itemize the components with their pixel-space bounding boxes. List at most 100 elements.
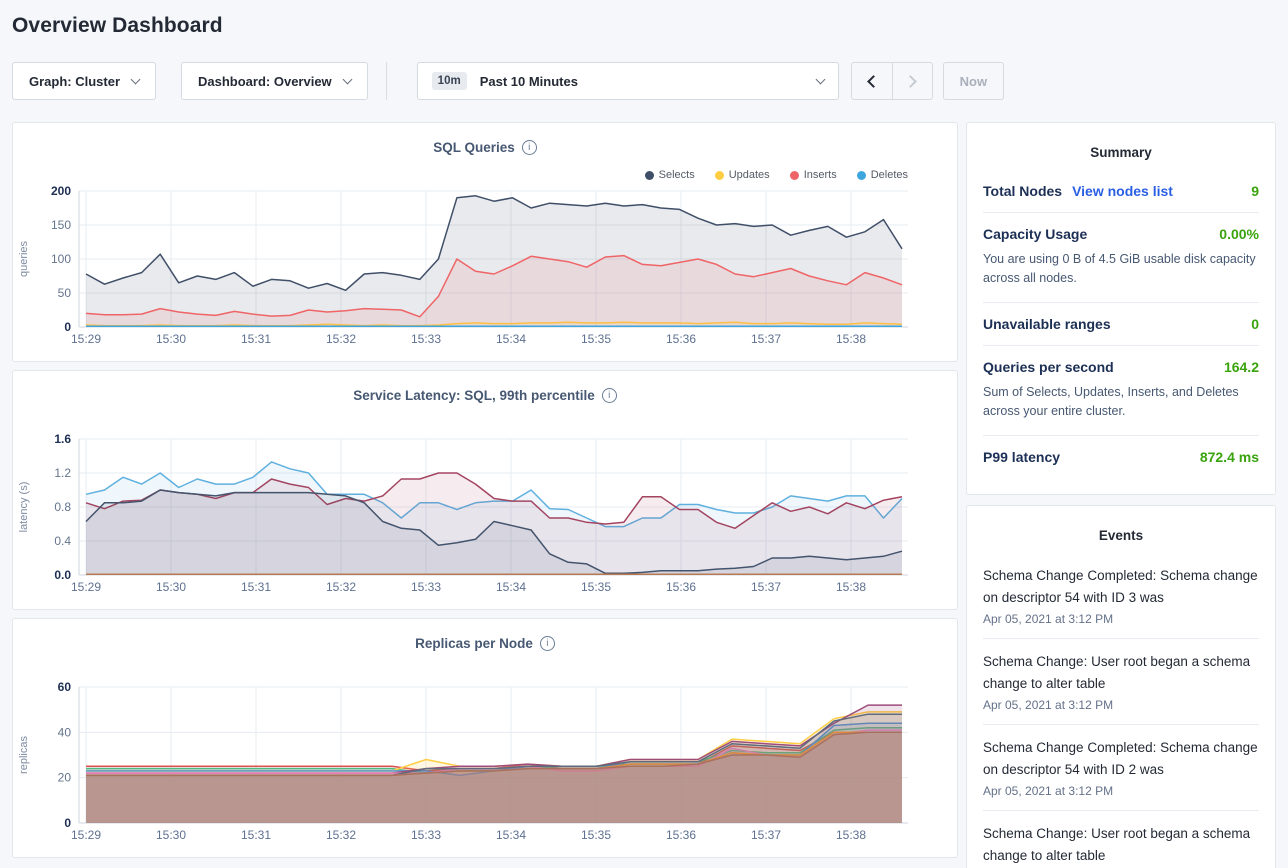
svg-text:15:38: 15:38	[836, 580, 866, 594]
legend-item[interactable]: Inserts	[790, 169, 837, 181]
svg-text:200: 200	[51, 184, 71, 198]
charts-column: SQL Queries i SelectsUpdatesInsertsDelet…	[12, 122, 958, 858]
chevron-down-icon	[131, 74, 141, 84]
time-nav-group	[851, 62, 933, 100]
replicas-per-node-panel: Replicas per Node i 15:2915:3015:3115:32…	[12, 618, 958, 858]
svg-text:15:30: 15:30	[156, 828, 186, 842]
summary-title: Summary	[983, 145, 1259, 160]
overview-dashboard-page: Overview Dashboard Graph: Cluster Dashbo…	[0, 0, 1288, 868]
time-back-button[interactable]	[852, 63, 892, 99]
svg-text:60: 60	[58, 680, 72, 694]
svg-text:15:33: 15:33	[411, 580, 441, 594]
svg-text:15:33: 15:33	[411, 332, 441, 346]
svg-text:15:30: 15:30	[156, 332, 186, 346]
graph-dropdown-label: Graph: Cluster	[29, 74, 120, 89]
svg-text:15:34: 15:34	[496, 332, 526, 346]
events-panel: Events Schema Change Completed: Schema c…	[966, 505, 1276, 868]
time-range-picker[interactable]: 10m Past 10 Minutes	[417, 62, 839, 100]
info-icon[interactable]: i	[602, 388, 617, 403]
summary-value: 0.00%	[1219, 226, 1259, 242]
chevron-right-icon	[904, 75, 917, 88]
svg-text:0: 0	[64, 816, 71, 830]
svg-text:15:29: 15:29	[71, 332, 101, 346]
svg-text:15:36: 15:36	[666, 332, 696, 346]
page-title: Overview Dashboard	[12, 14, 1276, 38]
event-timestamp: Apr 05, 2021 at 3:12 PM	[983, 784, 1259, 798]
svg-text:15:38: 15:38	[836, 332, 866, 346]
svg-text:15:32: 15:32	[326, 828, 356, 842]
event-text: Schema Change Completed: Schema change o…	[983, 565, 1259, 609]
legend-item[interactable]: Selects	[645, 169, 695, 181]
chevron-down-icon	[342, 74, 352, 84]
now-button[interactable]: Now	[943, 62, 1004, 100]
svg-text:replicas: replicas	[18, 736, 30, 774]
svg-text:15:32: 15:32	[326, 332, 356, 346]
sql-queries-chart[interactable]: 15:29 15:30 15:31 15:32 15:33 15:34 15:35 15:36…	[13, 181, 957, 349]
chevron-left-icon	[867, 75, 880, 88]
legend-dot-icon	[645, 171, 654, 180]
legend-item[interactable]: Deletes	[857, 169, 908, 181]
summary-label: Queries per second	[983, 359, 1114, 375]
info-icon[interactable]: i	[540, 636, 555, 651]
summary-panel: Summary Total Nodes View nodes list 9 Ca…	[966, 122, 1276, 495]
svg-text:20: 20	[58, 771, 72, 785]
summary-row-capacity-usage: Capacity Usage 0.00% You are using 0 B o…	[983, 213, 1259, 302]
summary-value: 9	[1251, 183, 1259, 199]
summary-label: Unavailable ranges	[983, 316, 1111, 332]
svg-text:15:38: 15:38	[836, 828, 866, 842]
controls-divider	[386, 62, 387, 100]
summary-label: P99 latency	[983, 449, 1060, 465]
service-latency-panel: Service Latency: SQL, 99th percentile i …	[12, 370, 958, 610]
graph-dropdown[interactable]: Graph: Cluster	[12, 62, 156, 100]
event-text: Schema Change: User root began a schema …	[983, 823, 1259, 867]
svg-text:0: 0	[64, 320, 71, 334]
chart-title: Service Latency: SQL, 99th percentile	[353, 388, 595, 403]
svg-text:15:37: 15:37	[751, 828, 781, 842]
event-item[interactable]: Schema Change Completed: Schema change o…	[983, 553, 1259, 638]
summary-value: 164.2	[1224, 359, 1259, 375]
replicas-per-node-chart[interactable]: 15:2915:3015:3115:3215:3315:3415:3515:36…	[13, 677, 957, 845]
svg-text:50: 50	[58, 286, 72, 300]
info-icon[interactable]: i	[522, 140, 537, 155]
view-nodes-list-link[interactable]: View nodes list	[1072, 183, 1173, 199]
svg-text:latency (s): latency (s)	[18, 482, 30, 533]
summary-row-total-nodes: Total Nodes View nodes list 9	[983, 170, 1259, 212]
dashboard-dropdown-label: Dashboard: Overview	[198, 74, 332, 89]
event-text: Schema Change: User root began a schema …	[983, 651, 1259, 695]
time-forward-button[interactable]	[892, 63, 932, 99]
svg-text:15:32: 15:32	[326, 580, 356, 594]
summary-row-unavailable-ranges: Unavailable ranges 0	[983, 303, 1259, 345]
summary-label: Capacity Usage	[983, 226, 1087, 242]
service-latency-chart[interactable]: 15:2915:3015:3115:3215:3315:3415:3515:36…	[13, 429, 957, 597]
svg-text:15:31: 15:31	[241, 580, 271, 594]
dashboard-dropdown[interactable]: Dashboard: Overview	[181, 62, 368, 100]
event-item[interactable]: Schema Change: User root began a schema …	[983, 811, 1259, 868]
svg-text:15:29: 15:29	[71, 580, 101, 594]
event-item[interactable]: Schema Change: User root began a schema …	[983, 639, 1259, 724]
summary-label: Total Nodes	[983, 183, 1062, 199]
summary-subtext: Sum of Selects, Updates, Inserts, and De…	[983, 383, 1259, 422]
event-text: Schema Change Completed: Schema change o…	[983, 737, 1259, 781]
svg-text:15:36: 15:36	[666, 828, 696, 842]
svg-text:0.4: 0.4	[54, 534, 71, 548]
controls-bar: Graph: Cluster Dashboard: Overview 10m P…	[12, 62, 1276, 100]
svg-text:1.2: 1.2	[54, 466, 71, 480]
svg-text:15:35: 15:35	[581, 828, 611, 842]
svg-text:15:29: 15:29	[71, 828, 101, 842]
svg-text:15:35: 15:35	[581, 580, 611, 594]
svg-text:15:37: 15:37	[751, 580, 781, 594]
svg-text:15:34: 15:34	[496, 580, 526, 594]
svg-text:15:30: 15:30	[156, 580, 186, 594]
svg-text:15:31: 15:31	[241, 332, 271, 346]
svg-text:1.6: 1.6	[54, 432, 71, 446]
legend-item[interactable]: Updates	[715, 169, 770, 181]
svg-text:15:35: 15:35	[581, 332, 611, 346]
svg-text:15:34: 15:34	[496, 828, 526, 842]
time-range-badge: 10m	[432, 72, 467, 90]
main-content: SQL Queries i SelectsUpdatesInsertsDelet…	[12, 122, 1276, 868]
summary-row-queries-per-second: Queries per second 164.2 Sum of Selects,…	[983, 346, 1259, 435]
legend-dot-icon	[857, 171, 866, 180]
event-item[interactable]: Schema Change Completed: Schema change o…	[983, 725, 1259, 810]
sql-queries-panel: SQL Queries i SelectsUpdatesInsertsDelet…	[12, 122, 958, 362]
sidebar: Summary Total Nodes View nodes list 9 Ca…	[966, 122, 1276, 868]
